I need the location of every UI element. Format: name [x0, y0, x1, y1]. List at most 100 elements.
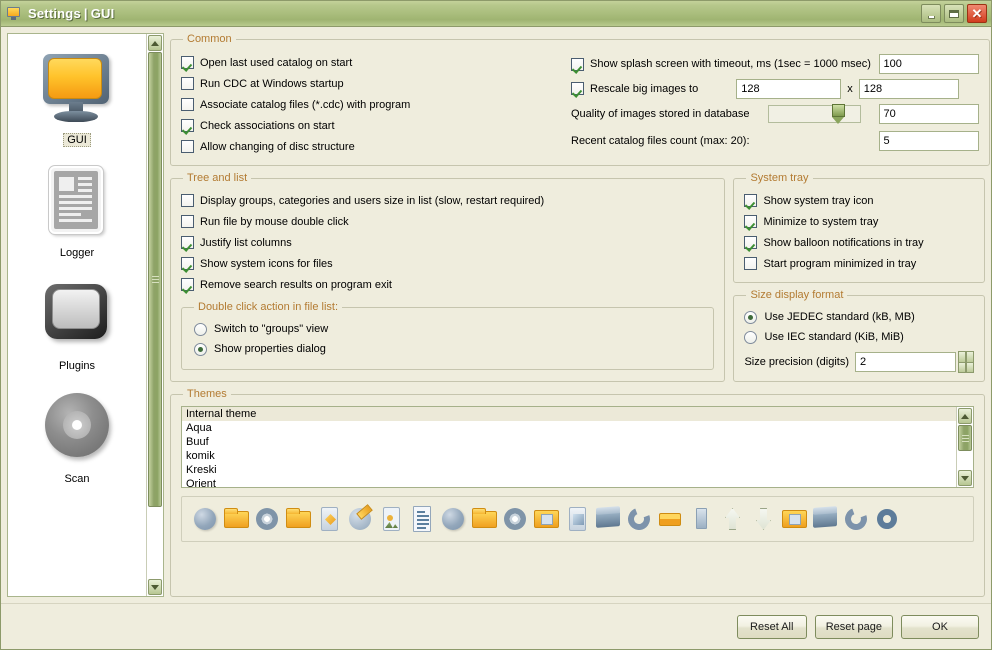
checkbox-allow-disc-structure[interactable]: Allow changing of disc structure	[181, 136, 571, 157]
sidebar-item-plugins[interactable]: Plugins	[8, 270, 146, 373]
checkbox-open-last-catalog[interactable]: Open last used catalog on start	[181, 52, 571, 73]
ring-solid-icon	[872, 504, 902, 534]
radio-icon[interactable]	[194, 342, 207, 356]
checkbox-icon[interactable]	[181, 257, 194, 270]
checkbox-icon[interactable]	[744, 236, 758, 249]
quality-row: Quality of images stored in database	[571, 101, 979, 127]
minimize-button[interactable]	[921, 4, 941, 23]
checkbox-icon[interactable]	[571, 57, 584, 71]
scroll-up-button[interactable]	[958, 408, 972, 424]
group-themes-legend: Themes	[187, 388, 227, 400]
list-item[interactable]: Buuf	[182, 435, 956, 449]
arrow-up-icon	[717, 504, 747, 534]
sidebar-scrollbar[interactable]	[146, 34, 163, 596]
close-button[interactable]: ✕	[967, 4, 987, 23]
checkbox-icon[interactable]	[181, 140, 194, 153]
maximize-button[interactable]	[944, 4, 964, 23]
radio-switch-groups-view[interactable]: Switch to "groups" view	[194, 319, 703, 339]
radio-icon[interactable]	[744, 310, 758, 324]
group-common-legend: Common	[187, 33, 232, 45]
size-precision-input[interactable]	[855, 352, 956, 372]
checkbox-display-group-sizes[interactable]: Display groups, categories and users siz…	[181, 190, 714, 211]
checkbox-label: Run CDC at Windows startup	[200, 77, 344, 90]
scroll-down-button[interactable]	[958, 470, 972, 486]
sidebar-item-label: Scan	[64, 473, 90, 485]
themes-list[interactable]: Internal theme Aqua Buuf komik Kreski Or…	[182, 407, 956, 487]
rescale-height-input[interactable]	[858, 78, 959, 99]
checkbox-icon[interactable]	[181, 215, 194, 228]
checkbox-run-file-double-click[interactable]: Run file by mouse double click	[181, 211, 714, 232]
checkbox-start-minimized[interactable]: Start program minimized in tray	[744, 253, 974, 274]
common-left-column: Open last used catalog on start Run CDC …	[181, 51, 571, 157]
sidebar-item-logger[interactable]: Logger	[8, 157, 146, 260]
folder-image-icon	[779, 504, 809, 534]
scrollbar-thumb[interactable]	[148, 52, 162, 507]
sidebar-item-gui[interactable]: GUI	[8, 44, 146, 147]
sidebar-item-scan[interactable]: Scan	[8, 383, 146, 486]
checkbox-icon[interactable]	[571, 82, 584, 95]
sidebar-item-label: GUI	[63, 133, 91, 147]
size-precision-stepper[interactable]	[958, 351, 974, 373]
radio-icon[interactable]	[194, 322, 207, 336]
checkbox-minimize-to-tray[interactable]: Minimize to system tray	[744, 211, 974, 232]
radio-icon[interactable]	[744, 330, 758, 344]
radio-jedec-standard[interactable]: Use JEDEC standard (kB, MB)	[744, 307, 974, 327]
checkbox-associate-files[interactable]: Associate catalog files (*.cdc) with pro…	[181, 94, 571, 115]
checkbox-label: Show balloon notifications in tray	[763, 236, 924, 249]
list-item[interactable]: komik	[182, 449, 956, 463]
checkbox-icon[interactable]	[181, 98, 194, 111]
cd-icon	[252, 504, 282, 534]
reset-all-button[interactable]: Reset All	[736, 614, 807, 639]
checkbox-icon[interactable]	[744, 257, 758, 270]
rescale-width-input[interactable]	[736, 78, 842, 99]
checkbox-icon[interactable]	[744, 194, 758, 207]
chevron-down-icon	[151, 584, 159, 590]
checkbox-justify-columns[interactable]: Justify list columns	[181, 232, 714, 253]
settings-main-panel: Common Open last used catalog on start R…	[170, 33, 990, 597]
themes-listbox[interactable]: Internal theme Aqua Buuf komik Kreski Or…	[181, 406, 974, 488]
checkbox-check-associations[interactable]: Check associations on start	[181, 115, 571, 136]
checkbox-icon[interactable]	[181, 119, 194, 132]
checkbox-icon[interactable]	[181, 77, 194, 90]
chevron-down-icon	[961, 475, 969, 481]
checkbox-run-at-startup[interactable]: Run CDC at Windows startup	[181, 73, 571, 94]
scrollbar-track[interactable]	[147, 52, 163, 578]
scroll-down-button[interactable]	[148, 579, 162, 595]
checkbox-remove-search-results[interactable]: Remove search results on program exit	[181, 274, 714, 295]
list-item[interactable]: Aqua	[182, 421, 956, 435]
grip-icon	[151, 276, 159, 283]
quality-slider[interactable]	[767, 104, 861, 125]
checkbox-balloon-notifications[interactable]: Show balloon notifications in tray	[744, 232, 974, 253]
radio-show-properties-dialog[interactable]: Show properties dialog	[194, 339, 703, 359]
radio-iec-standard[interactable]: Use IEC standard (KiB, MiB)	[744, 327, 974, 347]
quality-value-input[interactable]	[878, 104, 979, 124]
recent-files-input[interactable]	[878, 130, 979, 151]
scroll-up-button[interactable]	[148, 35, 162, 51]
checkbox-icon[interactable]	[181, 56, 194, 69]
quality-slider-thumb[interactable]	[831, 104, 845, 125]
scrollbar-track[interactable]	[957, 425, 973, 469]
common-right-column: Show splash screen with timeout, ms (1se…	[571, 51, 979, 157]
pen-icon	[345, 504, 375, 534]
rescale-label: Rescale big images to	[590, 82, 699, 95]
stepper-down-button[interactable]	[958, 362, 974, 373]
checkbox-system-icons[interactable]: Show system icons for files	[181, 253, 714, 274]
scrollbar-thumb[interactable]	[958, 425, 972, 451]
stepper-up-button[interactable]	[958, 351, 974, 363]
splash-timeout-input[interactable]	[878, 54, 979, 74]
list-item[interactable]: Orient	[182, 477, 956, 487]
checkbox-icon[interactable]	[181, 194, 194, 207]
list-item[interactable]: Kreski	[182, 463, 956, 477]
checkbox-icon[interactable]	[181, 236, 194, 249]
checkbox-show-tray-icon[interactable]: Show system tray icon	[744, 190, 974, 211]
window-body: GUI Logger Plugins Scan Common Open last…	[1, 27, 991, 603]
right-column: System tray Show system tray icon Minimi…	[733, 172, 985, 382]
settings-window: Settings | GUI ✕ GUI Logger Plugins Scan…	[0, 0, 992, 650]
reset-page-button[interactable]: Reset page	[814, 614, 893, 639]
checkbox-icon[interactable]	[181, 278, 194, 291]
ok-button[interactable]: OK	[901, 614, 979, 639]
themes-scrollbar[interactable]	[956, 407, 973, 487]
list-item[interactable]: Internal theme	[182, 407, 956, 421]
checkbox-icon[interactable]	[744, 215, 758, 228]
group-double-click-legend: Double click action in file list:	[198, 301, 339, 313]
